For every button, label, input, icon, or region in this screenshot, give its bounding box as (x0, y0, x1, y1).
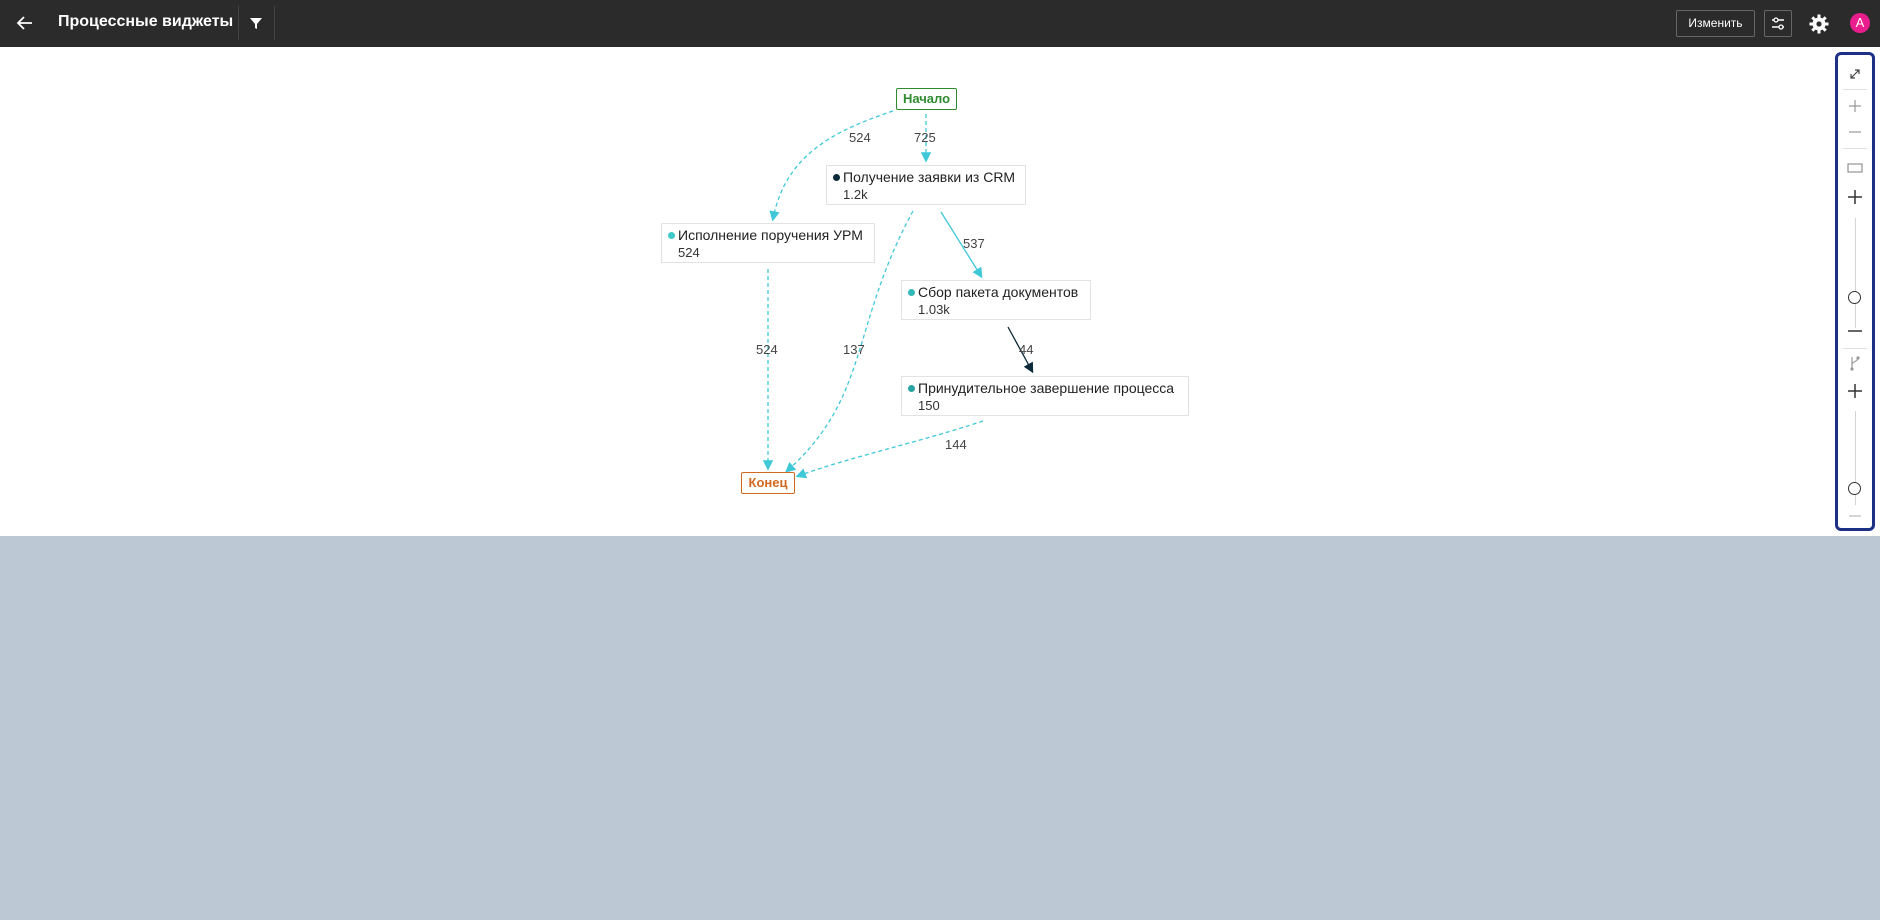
activity-slider-track[interactable] (1855, 218, 1856, 328)
start-node[interactable]: Начало (896, 88, 957, 110)
edge-label: 524 (849, 130, 871, 145)
activity-name: Исполнение поручения УРМ (678, 227, 863, 243)
edge-label: 44 (1019, 342, 1034, 357)
edge-label: 537 (963, 236, 985, 251)
arrow-left-icon[interactable] (12, 10, 38, 36)
divider (274, 6, 275, 40)
divider (238, 6, 239, 40)
activity-slider-handle[interactable] (1848, 291, 1861, 304)
top-bar: Процессные виджеты Изменить A (0, 0, 1880, 47)
edge-label: 524 (756, 342, 778, 357)
activity-node-execution[interactable]: Исполнение поручения УРМ 524 (661, 223, 875, 263)
activity-node-collection[interactable]: Сбор пакета документов 1.03k (901, 280, 1091, 320)
plus-icon[interactable] (1843, 186, 1867, 208)
plus-icon[interactable] (1843, 380, 1867, 402)
activity-count: 1.03k (918, 302, 950, 317)
paths-slider-handle[interactable] (1848, 482, 1861, 495)
status-dot (908, 289, 915, 296)
rectangle-icon[interactable] (1843, 157, 1867, 179)
divider (1843, 148, 1867, 149)
minus-icon[interactable] (1843, 320, 1867, 342)
empty-panel-area (0, 536, 1880, 920)
plus-icon[interactable] (1843, 95, 1867, 117)
status-dot (833, 174, 840, 181)
branch-icon[interactable] (1843, 352, 1867, 374)
activity-node-receipt[interactable]: Получение заявки из CRM 1.2k (826, 165, 1026, 205)
edit-button[interactable]: Изменить (1676, 10, 1755, 37)
expand-icon[interactable] (1843, 63, 1867, 85)
status-dot (908, 385, 915, 392)
zoom-panel (1835, 52, 1875, 531)
activity-name: Получение заявки из CRM (843, 169, 1016, 185)
sliders-icon[interactable] (1764, 10, 1792, 37)
gear-icon[interactable] (1808, 13, 1830, 35)
minus-icon[interactable] (1843, 121, 1867, 143)
avatar[interactable]: A (1850, 13, 1870, 33)
divider (1843, 348, 1867, 349)
edge-label: 144 (945, 437, 967, 452)
status-dot (668, 232, 675, 239)
edge-label: 725 (914, 130, 936, 145)
page-title: Процессные виджеты (58, 13, 234, 30)
activity-count: 1.2k (843, 187, 868, 202)
activity-node-forced-completion[interactable]: Принудительное завершение процесса 150 (901, 376, 1189, 416)
minus-icon[interactable] (1843, 505, 1867, 527)
activity-name: Сбор пакета документов (918, 284, 1079, 300)
process-graph-canvas[interactable]: Начало Конец Получение заявки из CRM 1.2… (0, 47, 1880, 536)
divider (1843, 89, 1867, 90)
edge-label: 137 (843, 342, 865, 357)
end-node[interactable]: Конец (741, 472, 795, 494)
funnel-icon[interactable] (245, 12, 267, 34)
activity-count: 150 (918, 398, 940, 413)
activity-name: Принудительное завершение процесса (918, 380, 1175, 396)
activity-count: 524 (678, 245, 700, 260)
